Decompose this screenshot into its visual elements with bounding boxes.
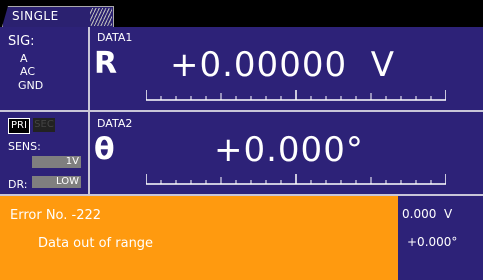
sens-value[interactable]: 1V [32,156,81,168]
sig-option-a[interactable]: A [20,53,28,64]
sig-option-gnd[interactable]: GND [18,80,43,91]
data2-bar-scale [146,174,446,185]
data1-symbol: R [94,46,118,81]
tab-decoration [90,8,112,26]
data2-value: +0.000° [214,130,364,170]
dr-value[interactable]: LOW [32,176,81,188]
sig-label: SIG: [8,34,35,49]
error-number: Error No. -222 [10,208,102,223]
divider [0,110,483,112]
error-description: Data out of range [38,236,154,251]
data1-value: +0.00000 V [170,45,395,85]
data2-symbol: θ [94,132,115,167]
data1-bar-scale [146,90,446,101]
divider [88,27,90,194]
sens-label: SENS: [8,140,41,153]
mini-value-1: 0.000 V [402,207,453,221]
mini-value-2: +0.000° [407,235,458,249]
pri-button[interactable]: PRI [8,118,30,134]
sig-option-ac[interactable]: AC [20,66,35,77]
sec-button[interactable]: SEC [33,118,55,132]
data2-label: DATA2 [97,117,133,130]
data1-label: DATA1 [97,31,133,44]
tab-single-label: SINGLE [12,9,59,23]
dr-label: DR: [8,178,28,191]
